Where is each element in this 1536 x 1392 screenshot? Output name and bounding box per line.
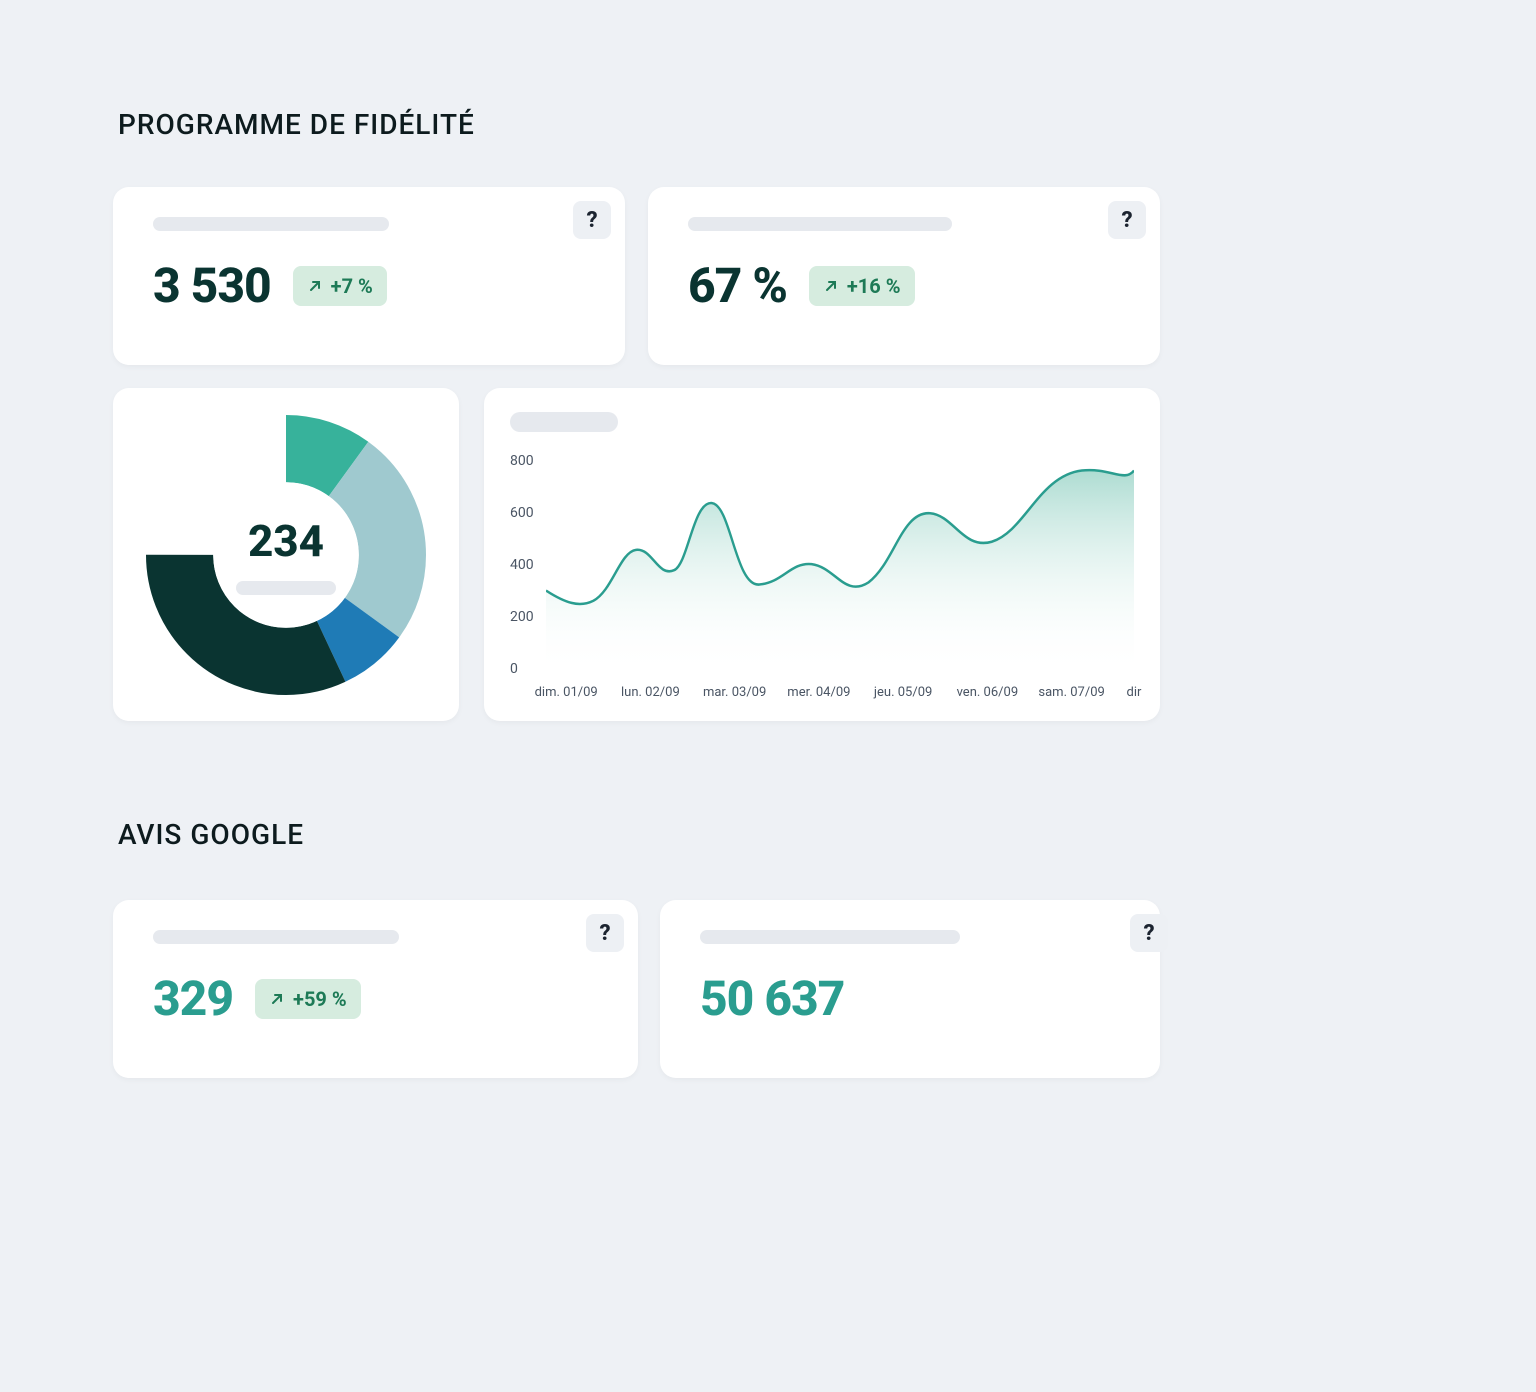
x-tick: lun. 02/09 xyxy=(621,685,680,700)
placeholder-bar xyxy=(700,930,960,944)
card-reviews-count: ? 329 +59 % xyxy=(113,900,638,1078)
donut-chart: 234 xyxy=(146,415,426,695)
help-icon: ? xyxy=(586,208,597,233)
delta-badge: +7 % xyxy=(293,266,387,306)
y-tick: 0 xyxy=(510,661,518,677)
card-loyalty-count: ? 3 530 +7 % xyxy=(113,187,625,365)
x-tick: sam. 07/09 xyxy=(1038,685,1104,700)
y-tick: 400 xyxy=(510,557,534,573)
delta-text: +7 % xyxy=(331,274,373,298)
metric-value: 67 % xyxy=(688,257,787,314)
metric-value: 329 xyxy=(153,970,233,1027)
section-title-reviews: AVIS GOOGLE xyxy=(118,818,304,851)
card-area-chart: 800 600 400 200 0 dim. 01/09 lun. 02/09 … xyxy=(484,388,1160,721)
y-tick: 600 xyxy=(510,505,534,521)
card-reviews-total: ? 50 637 xyxy=(660,900,1160,1078)
delta-text: +59 % xyxy=(293,987,347,1011)
delta-badge: +59 % xyxy=(255,979,361,1019)
help-icon: ? xyxy=(1121,208,1132,233)
help-icon: ? xyxy=(1143,921,1154,946)
help-button[interactable]: ? xyxy=(1108,201,1146,239)
arrow-up-right-icon xyxy=(269,991,285,1007)
y-tick: 200 xyxy=(510,609,534,625)
x-tick: mer. 04/09 xyxy=(787,685,850,700)
x-tick: mar. 03/09 xyxy=(703,685,766,700)
section-title-loyalty: PROGRAMME DE FIDÉLITÉ xyxy=(118,108,475,141)
card-loyalty-rate: ? 67 % +16 % xyxy=(648,187,1160,365)
x-tick: jeu. 05/09 xyxy=(874,685,932,700)
placeholder-bar xyxy=(688,217,952,231)
donut-center-value: 234 xyxy=(248,515,324,567)
metric-value: 50 637 xyxy=(700,970,844,1027)
x-tick: dim. 01/09 xyxy=(535,685,598,700)
metric-value: 3 530 xyxy=(153,257,271,314)
delta-text: +16 % xyxy=(847,274,901,298)
arrow-up-right-icon xyxy=(823,278,839,294)
help-button[interactable]: ? xyxy=(573,201,611,239)
help-button[interactable]: ? xyxy=(586,914,624,952)
x-tick: dir xyxy=(1127,685,1142,700)
x-tick: ven. 06/09 xyxy=(957,685,1019,700)
placeholder-bar xyxy=(236,581,336,595)
y-tick: 800 xyxy=(510,453,534,469)
help-button[interactable]: ? xyxy=(1130,914,1168,952)
area-chart: 800 600 400 200 0 dim. 01/09 lun. 02/09 … xyxy=(510,440,1134,700)
dashboard-canvas: PROGRAMME DE FIDÉLITÉ ? 3 530 +7 % ? 67 … xyxy=(0,0,1148,1040)
arrow-up-right-icon xyxy=(307,278,323,294)
help-icon: ? xyxy=(599,921,610,946)
placeholder-bar xyxy=(153,930,399,944)
delta-badge: +16 % xyxy=(809,266,915,306)
card-donut: 234 xyxy=(113,388,459,721)
placeholder-bar xyxy=(153,217,389,231)
placeholder-bar xyxy=(510,412,618,432)
